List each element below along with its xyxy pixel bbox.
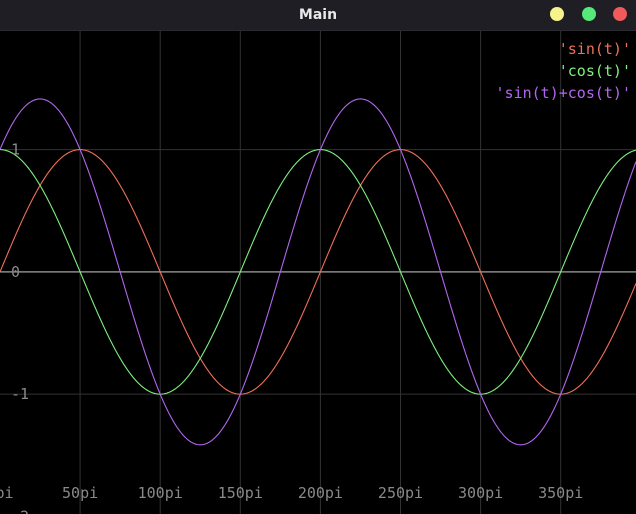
y-tick-label: -1 (11, 385, 29, 403)
line-chart: 0pi 50pi 100pi 150pi 200pi 250pi 300pi 350pi 1 0 -… (0, 31, 636, 514)
y-tick-label: -2 (11, 507, 29, 514)
plot-area: 0pi 50pi 100pi 150pi 200pi 250pi 300pi 350pi 1 0 -… (0, 31, 636, 514)
minimize-button[interactable] (550, 7, 564, 21)
close-button[interactable] (613, 7, 627, 21)
y-tick-label: 1 (11, 141, 20, 159)
x-tick-label: 250pi (378, 484, 423, 502)
title-bar: Main (0, 0, 636, 31)
x-tick-label: 0pi (0, 484, 14, 502)
x-tick-label: 150pi (218, 484, 263, 502)
legend-entry: 'sin(t)+cos(t)' (496, 84, 631, 102)
x-tick-label: 350pi (538, 484, 583, 502)
legend-entry: 'cos(t)' (559, 62, 631, 80)
x-tick-label: 100pi (138, 484, 183, 502)
legend-entry: 'sin(t)' (559, 40, 631, 58)
x-tick-label: 50pi (62, 484, 98, 502)
legend: 'sin(t)' 'cos(t)' 'sin(t)+cos(t)' (496, 40, 631, 102)
x-tick-label: 300pi (458, 484, 503, 502)
y-tick-label: 0 (11, 263, 20, 281)
x-tick-label: 200pi (298, 484, 343, 502)
maximize-button[interactable] (582, 7, 596, 21)
window-title: Main (298, 7, 338, 23)
tick-labels: 0pi 50pi 100pi 150pi 200pi 250pi 300pi 350pi 1 0 -… (0, 141, 583, 514)
